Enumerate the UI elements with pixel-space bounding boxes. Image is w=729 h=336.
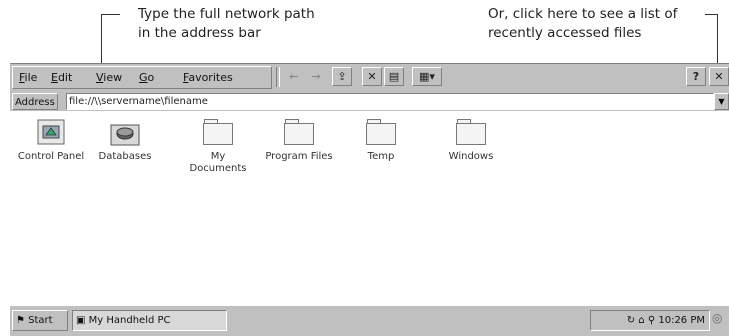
item-label: Windows xyxy=(448,151,494,162)
address-callout-line1: Type the full network path xyxy=(138,6,315,22)
system-tray: ↻ ⌂ ⚲ 10:26 PM xyxy=(590,310,710,331)
clock: 10:26 PM xyxy=(658,315,705,326)
address-input[interactable]: file://\\servername\filename xyxy=(66,93,714,110)
databases-icon xyxy=(109,117,141,147)
close-button[interactable]: ✕ xyxy=(709,67,729,86)
start-button[interactable]: ⚑ Start xyxy=(12,310,68,331)
menu-view[interactable]: View xyxy=(96,71,122,84)
address-callout-leader-h xyxy=(101,14,120,15)
address-bar: Address file://\\servername\filename ▼ xyxy=(10,93,729,110)
dropdown-callout-line2: recently accessed files xyxy=(488,25,642,41)
my-documents-item[interactable]: My Documents xyxy=(183,117,253,175)
databases-item[interactable]: Databases xyxy=(90,117,160,163)
item-label: Control Panel xyxy=(17,151,85,162)
control-panel-icon xyxy=(35,117,67,147)
forward-button[interactable]: → xyxy=(306,67,326,86)
folder-view: Control Panel Databases My Documents Pro… xyxy=(10,111,729,305)
address-dropdown-button[interactable]: ▼ xyxy=(714,93,729,110)
toolbar-separator xyxy=(276,67,280,87)
up-folder-button[interactable]: ⇪ xyxy=(332,67,352,86)
handheld-pc-icon: ▣ xyxy=(76,315,86,326)
item-label: Databases xyxy=(98,151,152,162)
start-label: Start xyxy=(28,315,53,326)
dropdown-callout: Or, click here to see a list of recently… xyxy=(488,5,677,43)
tray-icons[interactable]: ↻ ⌂ ⚲ xyxy=(627,315,655,326)
folder-icon xyxy=(283,117,315,147)
item-label: Temp xyxy=(367,151,395,162)
folder-icon xyxy=(202,117,234,147)
menu-favorites[interactable]: Favorites xyxy=(183,71,233,84)
folder-icon xyxy=(455,117,487,147)
properties-button[interactable]: ▤ xyxy=(384,67,404,86)
temp-item[interactable]: Temp xyxy=(346,117,416,163)
taskbar-window-button[interactable]: ▣ My Handheld PC xyxy=(72,310,227,331)
item-label: Program Files xyxy=(265,151,333,162)
menu-bar: File Edit View Go Favorites ← → ⇪ ✕ ▤ ▦▾… xyxy=(10,64,729,91)
views-button[interactable]: ▦▾ xyxy=(412,67,442,86)
address-callout-line2: in the address bar xyxy=(138,25,261,41)
delete-button[interactable]: ✕ xyxy=(362,67,382,86)
menu-go[interactable]: Go xyxy=(139,71,154,84)
windows-logo-icon: ⚑ xyxy=(16,315,25,326)
folder-icon xyxy=(365,117,397,147)
task-label: My Handheld PC xyxy=(88,315,171,326)
back-button[interactable]: ← xyxy=(284,67,304,86)
menu-edit[interactable]: Edit xyxy=(51,71,72,84)
address-callout: Type the full network path in the addres… xyxy=(138,5,315,43)
desktop-icon[interactable]: ◎ xyxy=(712,311,728,329)
dropdown-callout-line1: Or, click here to see a list of xyxy=(488,6,678,22)
help-button[interactable]: ? xyxy=(686,67,706,86)
menu-file[interactable]: File xyxy=(19,71,37,84)
taskbar: ⚑ Start ▣ My Handheld PC ↻ ⌂ ⚲ 10:26 PM … xyxy=(10,305,729,336)
item-label: My Documents xyxy=(189,151,247,174)
explorer-window: File Edit View Go Favorites ← → ⇪ ✕ ▤ ▦▾… xyxy=(10,63,729,336)
windows-item[interactable]: Windows xyxy=(436,117,506,163)
address-label: Address xyxy=(12,93,58,110)
control-panel-item[interactable]: Control Panel xyxy=(16,117,86,163)
program-files-item[interactable]: Program Files xyxy=(264,117,334,163)
menu-group: File Edit View Go Favorites xyxy=(12,66,272,89)
